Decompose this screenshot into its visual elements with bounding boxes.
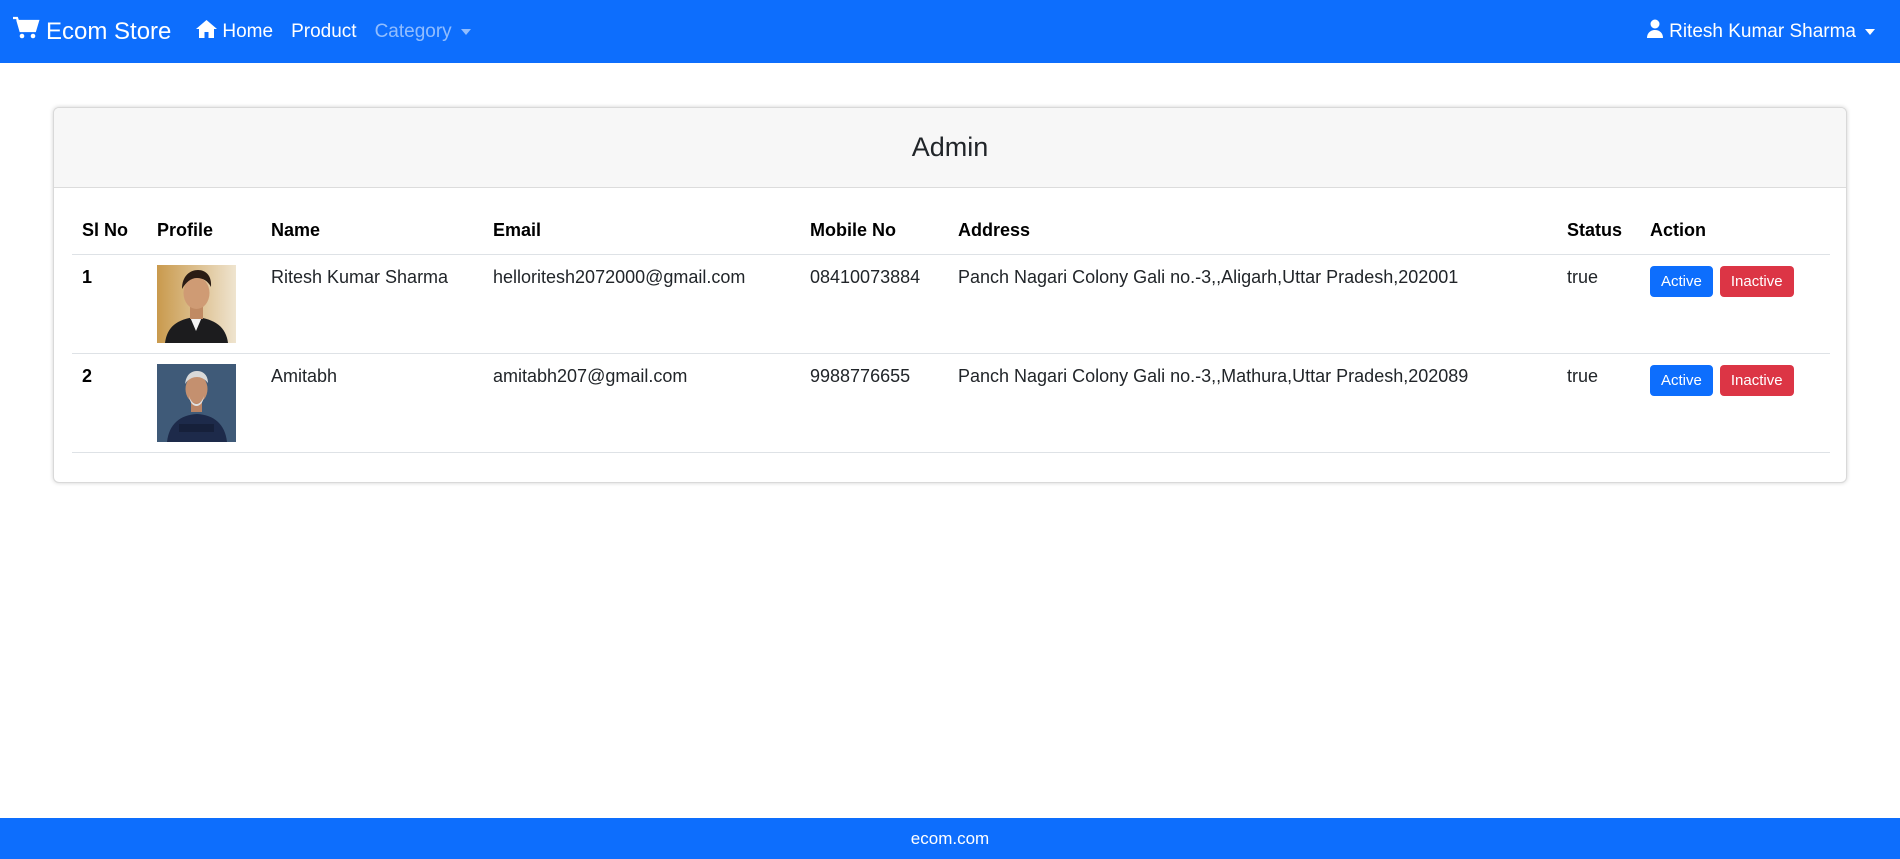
header-email: Email — [483, 204, 800, 255]
cell-email: helloritesh2072000@gmail.com — [483, 254, 800, 354]
cell-action: Active Inactive — [1640, 254, 1830, 354]
nav-category-dropdown[interactable]: Category — [375, 21, 471, 43]
home-icon — [195, 19, 222, 45]
users-table: Sl No Profile Name Email Mobile No Addre… — [72, 204, 1830, 453]
table-row: 1 Ritesh Kumar Sharma helloritesh2072000… — [72, 254, 1830, 354]
chevron-down-icon — [1865, 28, 1875, 35]
brand-label: Ecom Store — [46, 17, 172, 45]
active-button[interactable]: Active — [1650, 265, 1713, 297]
cell-status: true — [1557, 254, 1640, 354]
header-name: Name — [261, 204, 483, 255]
cell-sl-no: 2 — [72, 353, 147, 453]
header-profile: Profile — [147, 204, 261, 255]
footer-text: ecom.com — [910, 828, 990, 848]
nav-home-label: Home — [222, 20, 274, 42]
cell-mobile: 08410073884 — [800, 254, 948, 354]
admin-card: Admin Sl No Profile Name Email Mobile No… — [53, 107, 1847, 483]
card-header: Admin — [54, 108, 1846, 188]
cell-profile — [147, 353, 261, 453]
profile-image — [157, 363, 236, 442]
user-name: Ritesh Kumar Sharma — [1669, 20, 1856, 42]
cell-status: true — [1557, 353, 1640, 453]
nav-category-label: Category — [374, 20, 452, 42]
cell-name: Ritesh Kumar Sharma — [261, 254, 483, 354]
cart-icon — [12, 16, 46, 47]
profile-image — [157, 264, 236, 343]
card-body: Sl No Profile Name Email Mobile No Addre… — [54, 188, 1846, 469]
nav-product[interactable]: Product — [291, 21, 356, 43]
table-row: 2 Amitabh amitabh207@gmail.com 998877665… — [72, 353, 1830, 453]
cell-profile — [147, 254, 261, 354]
card-title: Admin — [911, 132, 989, 162]
cell-sl-no: 1 — [72, 254, 147, 354]
brand-link[interactable]: Ecom Store — [12, 16, 171, 47]
cell-name: Amitabh — [261, 353, 483, 453]
header-status: Status — [1557, 204, 1640, 255]
navbar: Ecom Store Home Product Category Ritesh … — [0, 0, 1900, 63]
chevron-down-icon — [460, 28, 471, 35]
cell-action: Active Inactive — [1640, 353, 1830, 453]
table-header-row: Sl No Profile Name Email Mobile No Addre… — [72, 204, 1830, 255]
active-button[interactable]: Active — [1650, 364, 1713, 396]
nav-home[interactable]: Home — [195, 19, 273, 45]
header-sl-no: Sl No — [72, 204, 147, 255]
inactive-button[interactable]: Inactive — [1719, 265, 1794, 297]
cell-address: Panch Nagari Colony Gali no.-3,,Aligarh,… — [948, 254, 1557, 354]
header-action: Action — [1640, 204, 1830, 255]
cell-address: Panch Nagari Colony Gali no.-3,,Mathura,… — [948, 353, 1557, 453]
header-mobile: Mobile No — [800, 204, 948, 255]
inactive-button[interactable]: Inactive — [1719, 364, 1794, 396]
cell-email: amitabh207@gmail.com — [483, 353, 800, 453]
user-menu-dropdown[interactable]: Ritesh Kumar Sharma — [1647, 0, 1875, 63]
cell-mobile: 9988776655 — [800, 353, 948, 453]
nav-product-label: Product — [291, 20, 357, 42]
user-icon — [1647, 19, 1669, 44]
header-address: Address — [948, 204, 1557, 255]
footer: ecom.com — [0, 818, 1900, 859]
